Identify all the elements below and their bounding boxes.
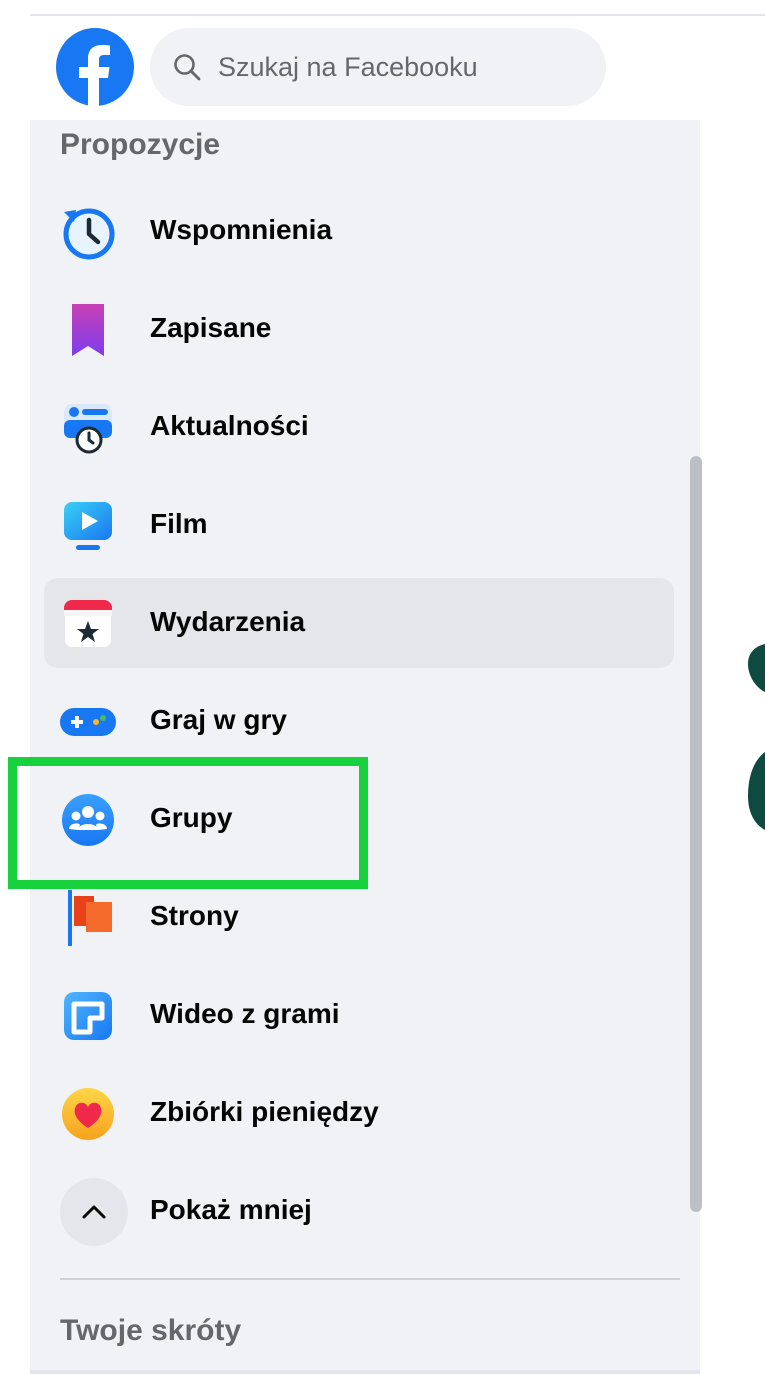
facebook-logo-icon[interactable] bbox=[56, 28, 134, 106]
sidebar-item-label: Zbiórki pieniędzy bbox=[150, 1096, 379, 1127]
events-calendar-star-icon bbox=[63, 599, 113, 649]
chevron-up-icon bbox=[82, 1205, 106, 1219]
top-header bbox=[30, 16, 765, 120]
divider bbox=[60, 1278, 680, 1280]
bottom-border bbox=[30, 1370, 700, 1374]
sidebar-item-saved[interactable]: Zapisane bbox=[44, 284, 674, 374]
sidebar-item-events[interactable]: Wydarzenia bbox=[44, 578, 674, 668]
partial-shape-icon bbox=[748, 644, 765, 692]
sidebar-item-label: Wydarzenia bbox=[150, 606, 306, 637]
saved-bookmark-icon bbox=[72, 304, 104, 356]
search-bar[interactable] bbox=[150, 28, 606, 106]
sidebar-item-label: Strony bbox=[150, 900, 239, 931]
search-icon bbox=[174, 54, 201, 81]
sidebar-item-label: Graj w gry bbox=[150, 704, 287, 735]
gaming-controller-icon bbox=[60, 708, 116, 736]
fundraiser-heart-icon bbox=[62, 1088, 114, 1140]
section-title-suggestions: Propozycje bbox=[60, 128, 221, 161]
top-border bbox=[30, 0, 765, 16]
sidebar-item-feeds[interactable]: Aktualności bbox=[44, 382, 674, 472]
pages-flag-icon bbox=[68, 890, 112, 946]
sidebar-item-gaming-video[interactable]: Wideo z grami bbox=[44, 970, 674, 1060]
main-content-edge bbox=[700, 120, 765, 1374]
sidebar-item-label: Aktualności bbox=[150, 410, 309, 441]
gaming-video-icon bbox=[64, 992, 112, 1040]
sidebar-item-label: Wideo z grami bbox=[150, 998, 340, 1029]
sidebar-item-label: Film bbox=[150, 508, 208, 539]
feeds-icon bbox=[64, 404, 112, 454]
search-input[interactable] bbox=[216, 44, 590, 90]
partial-shape-icon bbox=[748, 752, 765, 830]
show-less-label: Pokaż mniej bbox=[150, 1194, 312, 1225]
show-less-button[interactable]: Pokaż mniej bbox=[44, 1166, 674, 1256]
video-play-icon bbox=[64, 502, 112, 550]
sidebar-item-video[interactable]: Film bbox=[44, 480, 674, 570]
sidebar-item-play-games[interactable]: Graj w gry bbox=[44, 676, 674, 766]
sidebar-item-memories[interactable]: Wspomnienia bbox=[44, 186, 674, 276]
section-title-shortcuts: Twoje skróty bbox=[60, 1314, 242, 1347]
memories-clock-icon bbox=[63, 208, 115, 260]
sidebar-scrollbar[interactable] bbox=[690, 456, 702, 1212]
sidebar-item-fundraisers[interactable]: Zbiórki pieniędzy bbox=[44, 1068, 674, 1158]
highlight-box-groups bbox=[8, 757, 368, 889]
left-sidebar: Propozycje Wspomnienia Zapisane Aktualno… bbox=[30, 120, 702, 1374]
show-less-circle bbox=[60, 1178, 128, 1246]
sidebar-item-label: Wspomnienia bbox=[150, 214, 333, 245]
sidebar-item-label: Zapisane bbox=[150, 312, 272, 343]
